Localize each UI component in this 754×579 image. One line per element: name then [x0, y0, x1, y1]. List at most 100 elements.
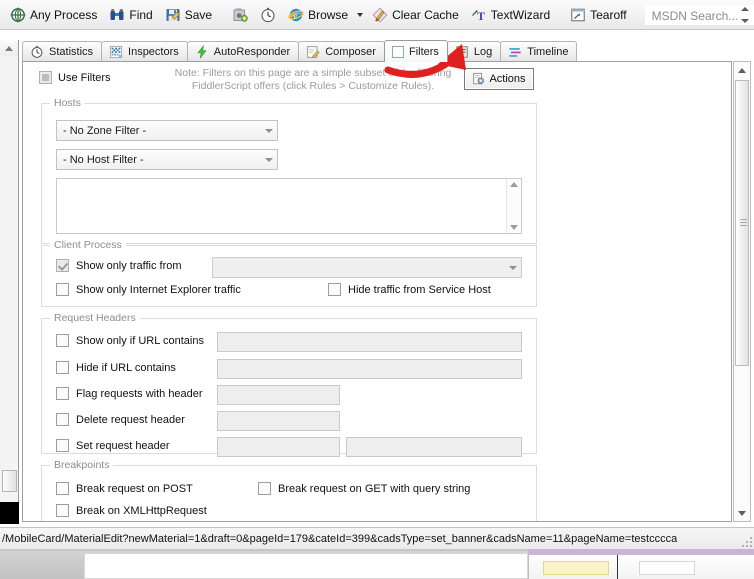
right-vertical-scrollbar[interactable] [733, 61, 751, 522]
break-request-on-get-query-checkbox[interactable] [258, 482, 271, 495]
scroll-down-arrow-icon[interactable] [510, 225, 518, 230]
use-filters-row[interactable]: Use Filters [39, 71, 111, 84]
toolbar-find-button[interactable]: Find [103, 4, 158, 26]
request-headers-group: Request Headers Show only if URL contain… [41, 312, 537, 457]
right-scroll-down-arrow-icon[interactable] [734, 505, 750, 521]
tab-inspectors[interactable]: Inspectors [101, 41, 188, 62]
toolbar-browse-button[interactable]: e Browse [282, 4, 354, 26]
filters-panel: Use Filters Note: Filters on this page a… [22, 61, 732, 522]
hide-url-contains-checkbox[interactable] [56, 361, 69, 374]
actions-button[interactable]: Actions [464, 68, 534, 90]
hide-service-host-checkbox[interactable] [328, 283, 341, 296]
tab-inspectors-label: Inspectors [128, 46, 179, 58]
toolbar-overflow-spinner[interactable] [739, 7, 750, 23]
hide-url-contains-label: Hide if URL contains [76, 361, 176, 374]
left-scrollbar-thumb[interactable] [2, 470, 17, 492]
set-request-header-checkbox[interactable] [56, 439, 69, 452]
spinner-down-arrow-icon[interactable] [740, 19, 749, 23]
tab-composer[interactable]: Composer [298, 41, 385, 62]
break-on-xmlhttprequest-checkbox[interactable] [56, 504, 69, 517]
resize-grip-icon[interactable] [740, 535, 752, 547]
spinner-up-arrow-icon[interactable] [740, 7, 749, 11]
toolbar-camera-button[interactable] [226, 4, 254, 26]
host-filter-combo[interactable]: - No Host Filter - [56, 149, 278, 170]
toolbar-timer-button[interactable] [254, 4, 282, 26]
set-request-header-name-input[interactable] [217, 437, 340, 457]
show-only-ie-traffic-label: Show only Internet Explorer traffic [76, 283, 241, 296]
show-only-traffic-from-checkbox[interactable] [56, 259, 69, 272]
tab-timeline-label: Timeline [527, 46, 569, 58]
client-process-combo[interactable] [212, 257, 522, 278]
show-only-ie-traffic-checkbox[interactable] [56, 283, 69, 296]
host-list-scrollbar[interactable] [506, 179, 521, 233]
text-wizard-icon: T [471, 9, 485, 23]
set-request-header-row[interactable]: Set request header [56, 439, 170, 452]
toolbar-clear-cache-label: Clear Cache [392, 7, 459, 22]
left-scroll-up-arrow-icon[interactable] [0, 40, 18, 56]
breakpoints-group: Breakpoints Break request on POST Break … [41, 459, 537, 521]
msdn-search-input[interactable]: MSDN Search... [644, 4, 754, 25]
save-disk-icon [166, 8, 180, 21]
delete-request-header-row[interactable]: Delete request header [56, 413, 185, 426]
chevron-down-icon[interactable] [503, 258, 521, 277]
use-filters-checkbox[interactable] [39, 71, 52, 84]
tab-statistics[interactable]: Statistics [22, 41, 103, 62]
target-icon [10, 7, 26, 22]
tab-autoresponder[interactable]: AutoResponder [186, 41, 300, 62]
break-on-xmlhttprequest-row[interactable]: Break on XMLHttpRequest [56, 504, 207, 517]
background-window-field-2 [639, 561, 695, 575]
show-only-traffic-from-row[interactable]: Show only traffic from [56, 259, 182, 272]
flag-requests-with-header-row[interactable]: Flag requests with header [56, 387, 203, 400]
break-request-on-post-row[interactable]: Break request on POST [56, 482, 193, 495]
main-tabstrip: Statistics Inspectors AutoResponder Comp… [22, 40, 732, 62]
hosts-group-title: Hosts [50, 97, 85, 109]
right-scroll-up-arrow-icon[interactable] [734, 62, 750, 78]
broom-icon [372, 7, 388, 22]
show-only-url-contains-input[interactable] [217, 332, 522, 352]
delete-request-header-checkbox[interactable] [56, 413, 69, 426]
delete-request-header-input[interactable] [217, 411, 340, 431]
chevron-down-icon[interactable] [259, 121, 277, 140]
toolbar-text-wizard-button[interactable]: T TextWizard [465, 4, 556, 26]
log-icon [456, 46, 468, 58]
hide-service-host-label: Hide traffic from Service Host [348, 283, 491, 296]
toolbar-clear-cache-button[interactable]: Clear Cache [366, 4, 465, 26]
clock-icon [31, 45, 43, 58]
show-only-url-contains-label: Show only if URL contains [76, 334, 204, 347]
show-only-ie-traffic-row[interactable]: Show only Internet Explorer traffic [56, 283, 241, 296]
tab-filters[interactable]: Filters [383, 40, 448, 62]
scroll-up-arrow-icon[interactable] [510, 182, 518, 187]
toolbar-save-button[interactable]: Save [159, 4, 218, 26]
zone-filter-combo[interactable]: - No Zone Filter - [56, 120, 278, 141]
host-filter-value: - No Host Filter - [63, 153, 144, 166]
hide-url-contains-input[interactable] [217, 359, 522, 379]
browse-dropdown-caret-icon[interactable] [357, 12, 364, 17]
toolbar-any-process-button[interactable]: Any Process [4, 4, 103, 26]
hide-url-contains-row[interactable]: Hide if URL contains [56, 361, 176, 374]
break-request-on-post-checkbox[interactable] [56, 482, 69, 495]
break-request-on-get-query-row[interactable]: Break request on GET with query string [258, 482, 470, 495]
flag-requests-with-header-checkbox[interactable] [56, 387, 69, 400]
right-scrollbar-thumb[interactable] [735, 80, 749, 366]
use-filters-label: Use Filters [58, 71, 111, 84]
tab-log[interactable]: Log [446, 41, 502, 62]
flag-requests-with-header-input[interactable] [217, 385, 340, 405]
actions-button-label: Actions [489, 73, 526, 85]
set-request-header-value-input[interactable] [346, 437, 522, 457]
host-list-textarea[interactable] [56, 178, 522, 234]
clock-icon [261, 7, 275, 22]
show-only-url-contains-checkbox[interactable] [56, 334, 69, 347]
hosts-group: Hosts - No Zone Filter - - No Host Filte… [41, 97, 537, 244]
chevron-down-icon[interactable] [259, 150, 277, 169]
hide-service-host-row[interactable]: Hide traffic from Service Host [328, 283, 491, 296]
request-headers-group-title: Request Headers [50, 312, 140, 324]
toolbar-tearoff-button[interactable]: Tearoff [564, 4, 632, 26]
tab-autoresponder-label: AutoResponder [213, 46, 291, 58]
show-only-url-contains-row[interactable]: Show only if URL contains [56, 334, 204, 347]
show-only-traffic-from-label: Show only traffic from [76, 259, 182, 272]
lightning-icon [197, 45, 207, 59]
tab-timeline[interactable]: Timeline [500, 41, 578, 62]
left-vertical-scrollbar[interactable] [0, 40, 19, 518]
tab-filters-label: Filters [408, 45, 439, 58]
tab-log-label: Log [473, 46, 493, 58]
